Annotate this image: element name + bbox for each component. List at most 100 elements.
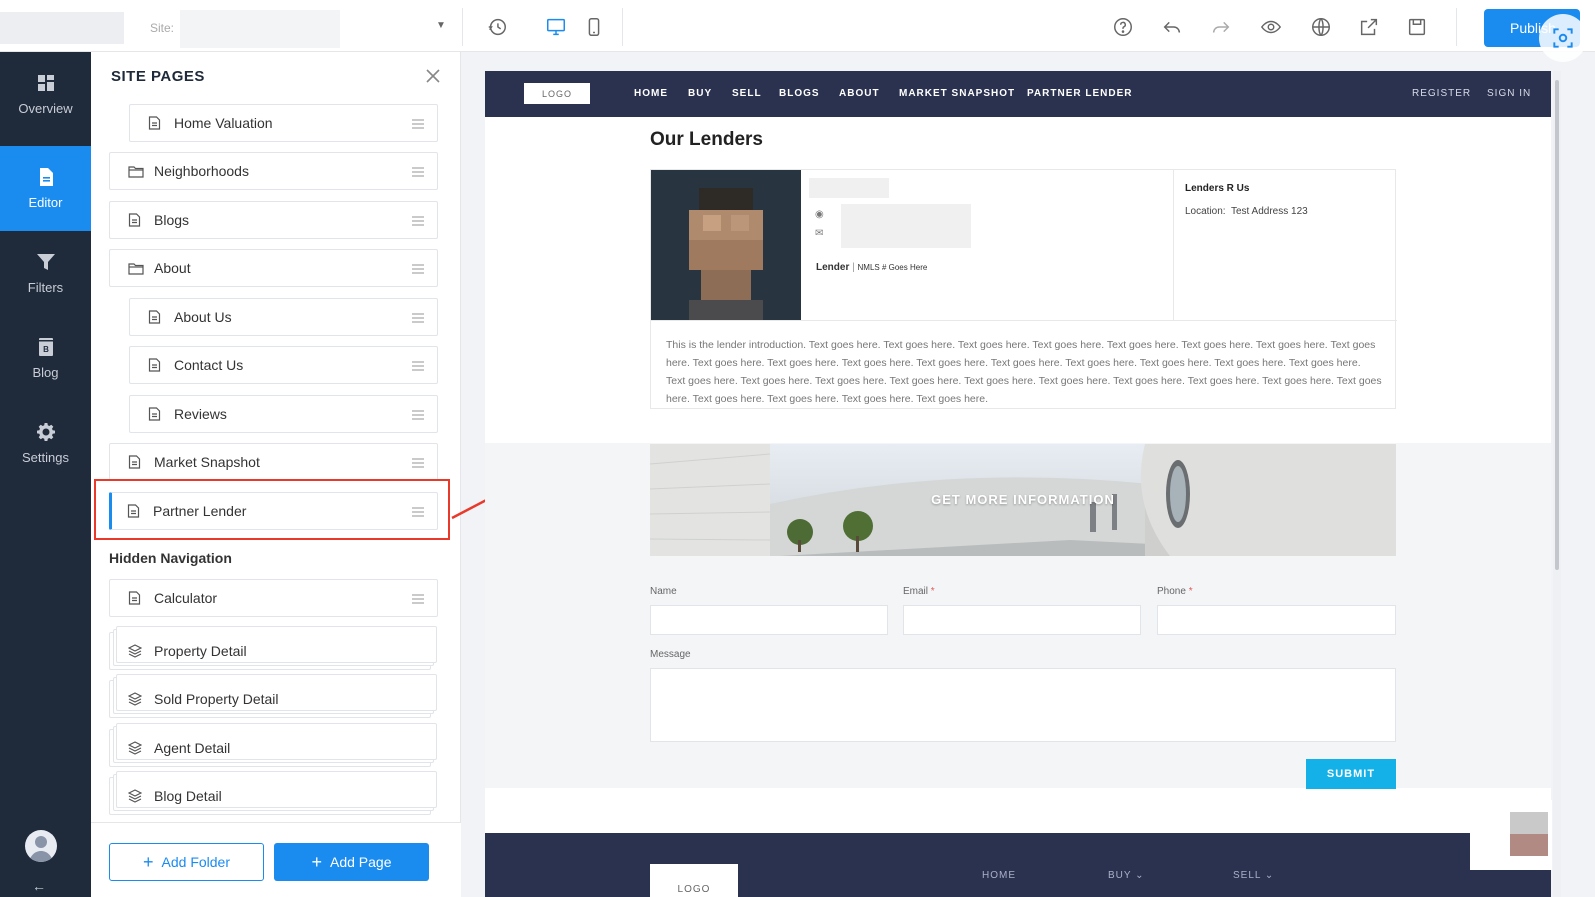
page-row-agent-detail[interactable]: Agent Detail <box>109 723 437 767</box>
gear-icon <box>36 423 55 441</box>
history-icon[interactable] <box>484 14 510 40</box>
nav-filters[interactable]: Filters <box>0 231 91 316</box>
brand-logo <box>0 12 124 44</box>
nav-overview[interactable]: Overview <box>0 52 91 137</box>
drag-handle-icon[interactable] <box>411 359 425 373</box>
add-folder-button[interactable]: + Add Folder <box>109 843 264 881</box>
nav-blog[interactable]: B Blog <box>0 316 91 401</box>
site-selector[interactable] <box>180 10 340 48</box>
email-field[interactable] <box>903 605 1141 635</box>
add-page-button[interactable]: + Add Page <box>274 843 429 881</box>
panel-title: SITE PAGES <box>111 68 205 85</box>
avatar[interactable] <box>25 830 57 862</box>
close-icon[interactable] <box>423 66 443 86</box>
page-row-market-snapshot[interactable]: Market Snapshot <box>109 443 438 481</box>
lender-contact <box>841 204 971 248</box>
lender-card: ◉ ✉ Lender | NMLS # Goes Here Lenders R … <box>650 169 1397 409</box>
nav-editor[interactable]: Editor <box>0 146 91 231</box>
page-row-about[interactable]: About <box>109 249 438 287</box>
drag-handle-icon[interactable] <box>411 311 425 325</box>
site-nav-blogs[interactable]: BLOGS <box>779 88 820 99</box>
add-folder-label: Add Folder <box>161 854 230 870</box>
desktop-view-icon[interactable] <box>543 14 569 40</box>
site-nav-home[interactable]: HOME <box>634 88 668 99</box>
globe-icon[interactable] <box>1308 14 1334 40</box>
site-nav-buy[interactable]: BUY <box>688 88 712 99</box>
drag-handle-icon[interactable] <box>411 456 425 470</box>
page-icon <box>148 115 164 131</box>
footer-logo[interactable]: LOGO <box>650 864 738 897</box>
mobile-view-icon[interactable] <box>581 14 607 40</box>
phone-label-text: Phone <box>1157 586 1186 597</box>
location-value: Test Address 123 <box>1230 206 1308 217</box>
page-row-reviews[interactable]: Reviews <box>129 395 438 433</box>
top-toolbar: Site: ▼ Publish <box>0 0 1595 62</box>
page-row-calculator[interactable]: Calculator <box>109 579 438 617</box>
site-nav-market-snapshot[interactable]: MARKET SNAPSHOT <box>899 88 1015 99</box>
page-row-sold-property-detail[interactable]: Sold Property Detail <box>109 674 437 718</box>
footer-link-sell[interactable]: SELL ⌄ <box>1233 870 1274 881</box>
page-row-blog-detail[interactable]: Blog Detail <box>109 771 437 815</box>
banner-heading: GET MORE INFORMATION <box>931 492 1115 507</box>
page-row-contact-us[interactable]: Contact Us <box>129 346 438 384</box>
collapse-arrow-icon[interactable]: ← <box>32 878 46 894</box>
page-label: About <box>154 260 191 276</box>
page-row-property-detail[interactable]: Property Detail <box>109 626 437 670</box>
drag-handle-icon[interactable] <box>411 262 425 276</box>
page-heading: Our Lenders <box>650 129 763 150</box>
drag-handle-icon[interactable] <box>411 408 425 422</box>
drag-handle-icon[interactable] <box>411 214 425 228</box>
phone-field[interactable] <box>1157 605 1396 635</box>
undo-icon[interactable] <box>1159 14 1185 40</box>
message-label: Message <box>650 649 691 660</box>
site-logo[interactable]: LOGO <box>524 83 590 104</box>
chevron-down-icon[interactable]: ▼ <box>436 20 446 31</box>
folder-icon <box>128 260 144 276</box>
save-icon[interactable] <box>1404 14 1430 40</box>
site-nav-sell[interactable]: SELL <box>732 88 762 99</box>
page-label: Neighborhoods <box>154 163 249 179</box>
page-row-neighborhoods[interactable]: Neighborhoods <box>109 152 438 190</box>
share-icon[interactable] <box>1356 14 1382 40</box>
site-nav-register[interactable]: REGISTER <box>1412 88 1471 99</box>
page-row-blogs[interactable]: Blogs <box>109 201 438 239</box>
site-nav-sign-in[interactable]: SIGN IN <box>1487 88 1531 99</box>
nav-settings[interactable]: Settings <box>0 401 91 486</box>
footer-link-buy[interactable]: BUY ⌄ <box>1108 870 1145 881</box>
required-mark: * <box>1188 586 1193 597</box>
page-label: Market Snapshot <box>154 454 260 470</box>
help-icon[interactable] <box>1110 14 1136 40</box>
layers-icon <box>128 643 144 659</box>
drag-handle-icon[interactable] <box>411 117 425 131</box>
lender-role: Lender | NMLS # Goes Here <box>816 262 928 273</box>
blog-icon: B <box>38 338 53 356</box>
site-footer: LOGO HOME BUY ⌄ SELL ⌄ <box>485 833 1551 897</box>
site-nav-partner-lender[interactable]: PARTNER LENDER <box>1027 88 1132 99</box>
submit-button[interactable]: SUBMIT <box>1306 759 1396 789</box>
funnel-icon <box>36 254 55 270</box>
name-label: Name <box>650 586 677 597</box>
message-field[interactable] <box>650 668 1396 742</box>
phone-icon: ◉ <box>815 209 824 220</box>
page-row-home-valuation[interactable]: Home Valuation <box>129 104 438 142</box>
preview-scrollbar-thumb[interactable] <box>1555 80 1559 570</box>
screenshot-icon[interactable] <box>1539 14 1587 62</box>
page-preview-canvas: LOGO HOME BUY SELL BLOGS ABOUT MARKET SN… <box>485 71 1551 897</box>
info-banner: GET MORE INFORMATION <box>650 444 1396 556</box>
name-field[interactable] <box>650 605 888 635</box>
divider <box>651 320 1397 321</box>
layers-icon <box>128 788 144 804</box>
drag-handle-icon[interactable] <box>411 592 425 606</box>
preview-eye-icon[interactable] <box>1258 14 1284 40</box>
page-label: Home Valuation <box>174 115 273 131</box>
lender-location: Location: Test Address 123 <box>1185 206 1308 217</box>
add-page-label: Add Page <box>330 854 392 870</box>
redo-icon[interactable] <box>1208 14 1234 40</box>
drag-handle-icon[interactable] <box>411 165 425 179</box>
site-label: Site: <box>150 21 175 35</box>
site-nav-about[interactable]: ABOUT <box>839 88 880 99</box>
footer-link-home[interactable]: HOME <box>982 870 1016 881</box>
chat-widget[interactable] <box>1470 800 1552 870</box>
page-row-about-us[interactable]: About Us <box>129 298 438 336</box>
divider <box>1173 170 1174 320</box>
